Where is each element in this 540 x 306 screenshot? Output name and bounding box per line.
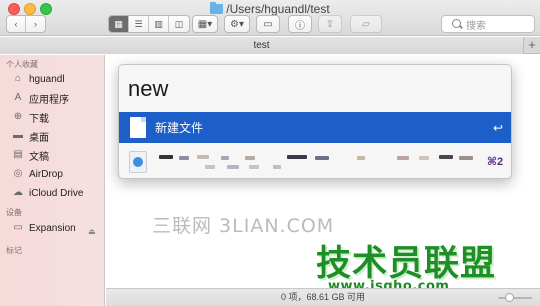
sidebar-item-label: 文稿 <box>29 151 49 163</box>
coverflow-view-button[interactable]: ◫ <box>169 16 189 32</box>
download-icon: ⊕ <box>13 111 23 122</box>
sidebar-header-devices: 设备 <box>6 208 22 217</box>
new-folder-button[interactable]: ▭ <box>256 15 280 33</box>
new-file-popup: new 新建文件 ↩ ⌘2 <box>118 64 512 179</box>
status-bar: 0 项，68.61 GB 可用 <box>106 288 540 306</box>
shortcut-cmd-2: ⌘2 <box>486 156 504 168</box>
arrange-icon: ▦▾ <box>197 18 213 30</box>
folder-icon <box>210 2 224 14</box>
column-view-icon: ▥ <box>154 18 163 29</box>
return-key-icon: ↩ <box>492 120 504 135</box>
result-label: 新建文件 <box>155 121 204 135</box>
view-mode-control: ▦ ☰ ▥ ◫ <box>108 15 190 33</box>
sidebar: 个人收藏 ⌂ hguandl A 应用程序 ⊕ 下载 ▬ 桌面 ▤ 文稿 ◎ A… <box>0 55 105 306</box>
list-view-icon: ☰ <box>134 18 143 29</box>
back-forward-control: ‹ › <box>6 15 46 33</box>
sidebar-header-favorites: 个人收藏 <box>6 60 38 69</box>
sidebar-item-label: AirDrop <box>29 168 63 180</box>
new-tab-button[interactable]: + <box>523 37 540 54</box>
airdrop-icon: ◎ <box>13 168 23 179</box>
icon-view-button[interactable]: ▦ <box>109 16 129 32</box>
sidebar-header-tags: 标记 <box>6 246 22 255</box>
finder-window: /Users/hguandl/test ‹ › ▦ ☰ ▥ ◫ ▦▾ ⚙▾ ▭ … <box>0 0 540 306</box>
list-view-button[interactable]: ☰ <box>129 16 149 32</box>
action-button[interactable]: ⚙▾ <box>224 15 250 33</box>
sidebar-item-documents[interactable]: ▤ 文稿 <box>12 147 49 163</box>
get-info-button[interactable]: ⓘ <box>288 15 312 33</box>
result-row-new-file[interactable]: 新建文件 ↩ <box>119 112 511 143</box>
applications-icon: A <box>14 92 22 103</box>
eject-icon[interactable]: ⏏ <box>88 227 96 236</box>
icon-size-slider-knob[interactable] <box>505 293 514 302</box>
sidebar-item-label: 下载 <box>29 113 49 125</box>
sidebar-item-expansion[interactable]: ▭ Expansion <box>12 220 76 236</box>
chevron-left-icon: ‹ <box>14 19 18 29</box>
popup-query-input[interactable]: new <box>119 65 511 112</box>
sidebar-item-label: iCloud Drive <box>29 187 84 199</box>
tab-bar: test + <box>0 37 540 54</box>
coverflow-view-icon: ◫ <box>174 18 184 29</box>
blurred-text <box>157 151 477 173</box>
titlebar: /Users/hguandl/test ‹ › ▦ ☰ ▥ ◫ ▦▾ ⚙▾ ▭ … <box>0 0 540 36</box>
search-icon <box>452 19 461 28</box>
arrange-button[interactable]: ▦▾ <box>192 15 218 33</box>
search-field[interactable]: 搜索 <box>441 15 535 33</box>
gear-icon: ⚙▾ <box>230 18 244 30</box>
sidebar-item-airdrop[interactable]: ◎ AirDrop <box>12 166 63 182</box>
document-icon <box>130 117 146 138</box>
disk-icon: ▭ <box>13 222 23 233</box>
sidebar-item-label: 桌面 <box>29 132 49 144</box>
window-title: /Users/hguandl/test <box>0 2 540 16</box>
search-placeholder: 搜索 <box>466 20 486 32</box>
icon-size-slider-track[interactable] <box>498 297 532 299</box>
status-text: 0 项，68.61 GB 可用 <box>280 292 366 302</box>
tab-test[interactable]: test <box>0 37 523 54</box>
folder-outline-icon: ▭ <box>263 18 273 30</box>
tag-icon: ▱ <box>362 18 370 30</box>
back-button[interactable]: ‹ <box>7 16 27 32</box>
icon-view-icon: ▦ <box>114 18 123 29</box>
cloud-icon: ☁ <box>13 187 23 198</box>
desktop-icon: ▬ <box>13 130 23 141</box>
sidebar-item-label: hguandl <box>29 73 65 85</box>
column-view-button[interactable]: ▥ <box>149 16 169 32</box>
app-document-icon <box>129 150 147 173</box>
chevron-right-icon: › <box>34 19 38 29</box>
sidebar-item-icloud-drive[interactable]: ☁ iCloud Drive <box>12 185 83 201</box>
home-icon: ⌂ <box>14 73 22 84</box>
edit-tags-button[interactable]: ▱ <box>350 15 382 33</box>
window-title-text: /Users/hguandl/test <box>226 2 330 16</box>
documents-icon: ▤ <box>13 149 23 160</box>
sidebar-item-hguandl[interactable]: ⌂ hguandl <box>12 71 65 87</box>
sidebar-item-applications[interactable]: A 应用程序 <box>12 90 69 106</box>
result-row-2[interactable]: ⌘2 <box>119 143 511 178</box>
share-button[interactable]: ⇪ <box>318 15 342 33</box>
watermark-sanlian: 三联网 3LIAN.COM <box>152 215 335 237</box>
sidebar-item-downloads[interactable]: ⊕ 下载 <box>12 109 49 125</box>
info-icon: ⓘ <box>295 20 305 32</box>
share-icon: ⇪ <box>325 18 335 30</box>
sidebar-item-label: 应用程序 <box>29 94 69 106</box>
sidebar-item-label: Expansion <box>29 222 76 234</box>
forward-button[interactable]: › <box>26 16 45 32</box>
sidebar-item-desktop[interactable]: ▬ 桌面 <box>12 128 49 144</box>
